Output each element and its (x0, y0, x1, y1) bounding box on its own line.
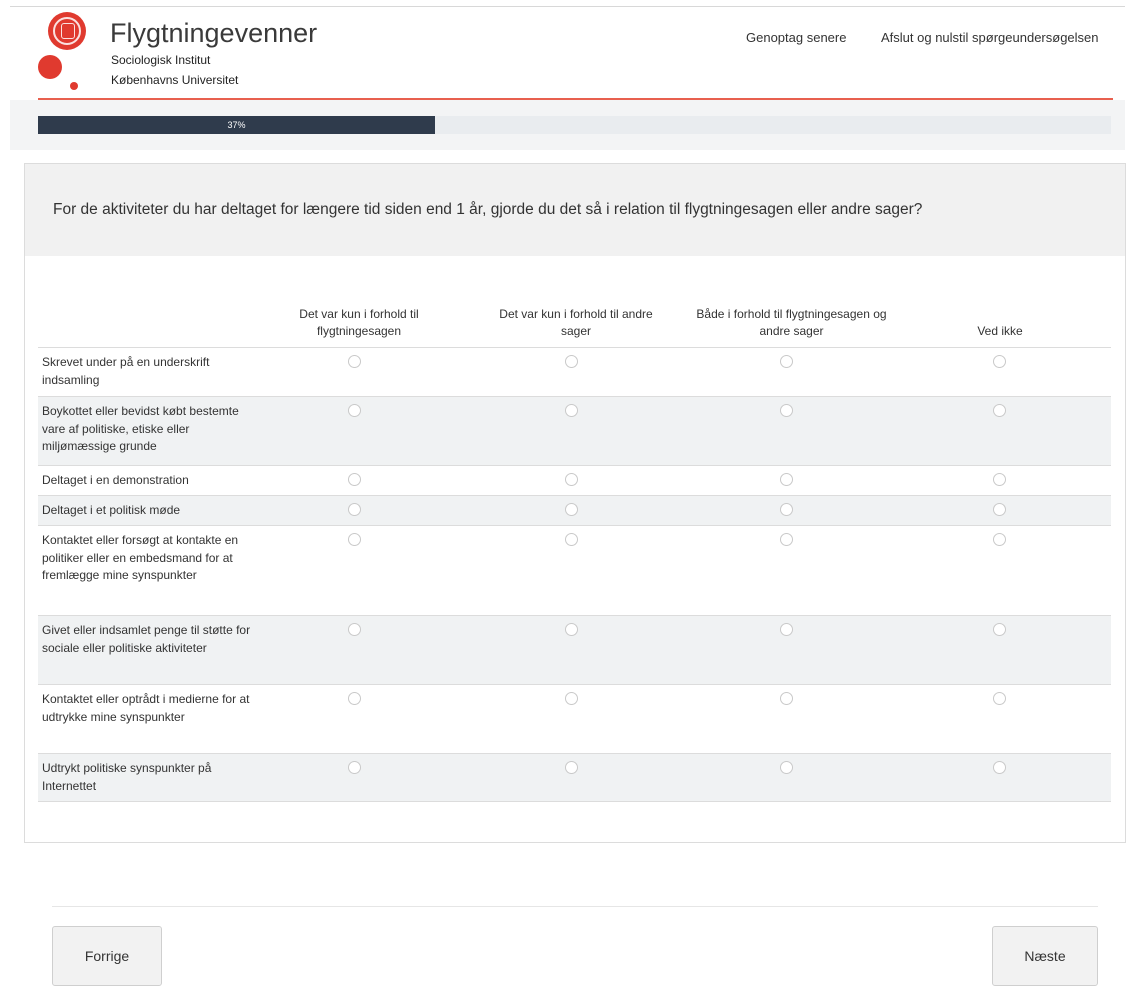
matrix-row-label: Givet eller indsamlet penge til støtte f… (42, 623, 251, 655)
matrix-row-label: Deltaget i en demonstration (42, 473, 189, 487)
radio-only-other[interactable] (565, 692, 578, 705)
matrix-row-label: Skrevet under på en underskrift indsamli… (42, 355, 210, 387)
radio-both[interactable] (780, 761, 793, 774)
radio-only-refugee[interactable] (348, 355, 361, 368)
radio-both[interactable] (780, 623, 793, 636)
radio-both[interactable] (780, 473, 793, 486)
radio-both[interactable] (780, 404, 793, 417)
radio-both[interactable] (780, 503, 793, 516)
column-header-only-refugee: Det var kun i forhold til flygtningesage… (299, 307, 419, 338)
radio-only-other[interactable] (565, 355, 578, 368)
radio-dont-know[interactable] (993, 761, 1006, 774)
radio-only-other[interactable] (565, 473, 578, 486)
matrix-row: Boykottet eller bevidst købt bestemte va… (38, 396, 1111, 465)
matrix-row-label: Deltaget i et politisk møde (42, 503, 181, 517)
question-text: For de aktiviteter du har deltaget for l… (53, 201, 923, 218)
resume-later-link[interactable]: Genoptag senere (746, 30, 846, 45)
logo-dot-large (38, 55, 62, 79)
radio-dont-know[interactable] (993, 473, 1006, 486)
question-header: For de aktiviteter du har deltaget for l… (25, 164, 1125, 256)
radio-dont-know[interactable] (993, 355, 1006, 368)
radio-only-other[interactable] (565, 533, 578, 546)
progress-label: 37% (227, 120, 246, 130)
logo-dot-small (70, 82, 78, 90)
radio-only-refugee[interactable] (348, 761, 361, 774)
site-header: Flygtningevenner Sociologisk Institut Kø… (38, 10, 1113, 98)
radio-dont-know[interactable] (993, 623, 1006, 636)
brand-title: Flygtningevenner (110, 18, 318, 48)
matrix-row: Givet eller indsamlet penge til støtte f… (38, 615, 1111, 684)
previous-button[interactable]: Forrige (52, 926, 162, 986)
column-header-only-other: Det var kun i forhold til andre sager (499, 307, 653, 338)
matrix-row-label: Kontaktet eller forsøgt at kontakte en p… (42, 533, 239, 582)
radio-only-refugee[interactable] (348, 473, 361, 486)
matrix-row: Kontaktet eller forsøgt at kontakte en p… (38, 525, 1111, 615)
radio-only-other[interactable] (565, 623, 578, 636)
next-button[interactable]: Næste (992, 926, 1098, 986)
matrix-row-label: Kontaktet eller optrådt i medierne for a… (42, 692, 250, 724)
institute-name: Sociologisk Institut (111, 53, 211, 67)
column-header-dont-know: Ved ikke (977, 324, 1023, 338)
matrix-row: Deltaget i en demonstration (38, 465, 1111, 495)
matrix-row-label: Boykottet eller bevidst købt bestemte va… (42, 404, 239, 453)
top-divider (10, 6, 1125, 7)
radio-dont-know[interactable] (993, 503, 1006, 516)
matrix-row: Skrevet under på en underskrift indsamli… (38, 347, 1111, 396)
radio-only-refugee[interactable] (348, 692, 361, 705)
matrix-row: Kontaktet eller optrådt i medierne for a… (38, 684, 1111, 753)
radio-dont-know[interactable] (993, 533, 1006, 546)
radio-both[interactable] (780, 533, 793, 546)
radio-dont-know[interactable] (993, 404, 1006, 417)
matrix-row: Deltaget i et politisk møde (38, 495, 1111, 525)
radio-only-refugee[interactable] (348, 404, 361, 417)
column-header-both: Både i forhold til flygtningesagen og an… (696, 307, 887, 338)
radio-both[interactable] (780, 692, 793, 705)
radio-only-refugee[interactable] (348, 503, 361, 516)
footer-divider (52, 906, 1098, 907)
matrix-row-label: Udtrykt politiske synspunkter på Interne… (42, 761, 212, 793)
radio-only-other[interactable] (565, 404, 578, 417)
radio-only-other[interactable] (565, 503, 578, 516)
university-name: Københavns Universitet (111, 73, 239, 87)
university-seal-icon (48, 12, 86, 50)
exit-reset-link[interactable]: Afslut og nulstil spørgeundersøgelsen (881, 30, 1099, 45)
matrix-row: Udtrykt politiske synspunkter på Interne… (38, 753, 1111, 802)
radio-only-refugee[interactable] (348, 533, 361, 546)
radio-both[interactable] (780, 355, 793, 368)
radio-only-refugee[interactable] (348, 623, 361, 636)
radio-only-other[interactable] (565, 761, 578, 774)
radio-dont-know[interactable] (993, 692, 1006, 705)
